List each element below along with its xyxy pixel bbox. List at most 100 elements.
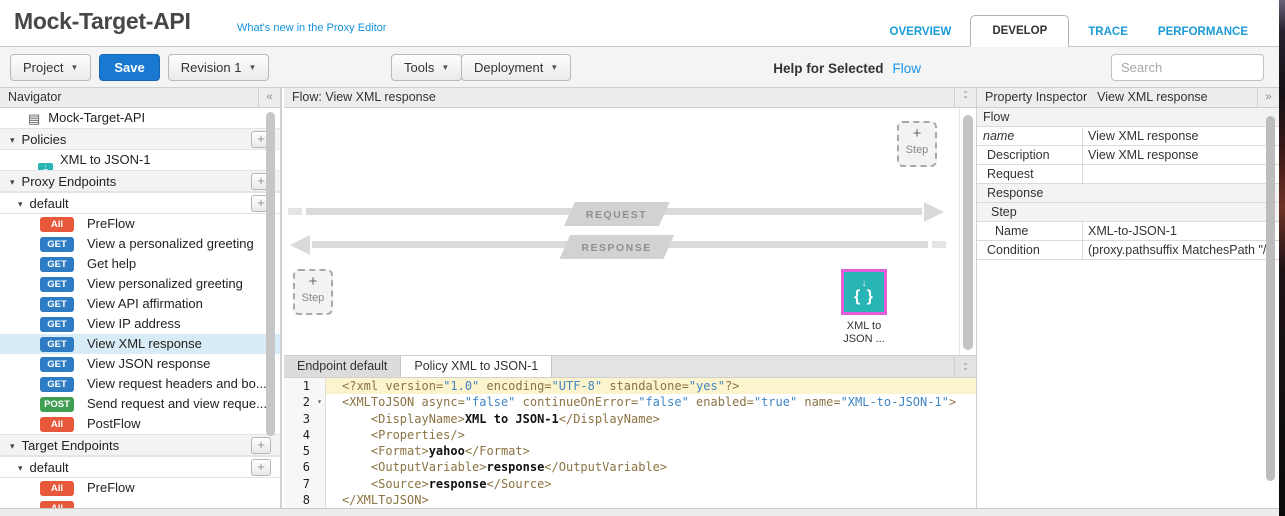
- code-line-2[interactable]: 2▾<XMLToJSON async="false" continueOnErr…: [284, 394, 976, 410]
- collapse-panel-icon[interactable]: «: [258, 88, 280, 107]
- save-button[interactable]: Save: [99, 54, 159, 81]
- nav-item-view-a-personalized-greeting[interactable]: GETView a personalized greeting: [0, 234, 280, 254]
- tab-overview[interactable]: OVERVIEW: [875, 17, 967, 47]
- tab-trace[interactable]: TRACE: [1073, 17, 1143, 47]
- inspector-property-label: Condition: [977, 241, 1082, 259]
- plus-icon: +: [295, 272, 331, 292]
- caret-down-icon[interactable]: ▾: [18, 458, 23, 479]
- nav-item-send-request-and-view-reque[interactable]: POSTSend request and view reque...: [0, 394, 280, 414]
- deployment-dropdown-label: Deployment: [474, 60, 543, 75]
- caret-down-icon[interactable]: ▾: [10, 130, 15, 151]
- canvas-scrollbar[interactable]: [963, 115, 973, 350]
- help-flow-link[interactable]: Flow: [892, 61, 921, 76]
- deployment-dropdown[interactable]: Deployment ▼: [461, 54, 571, 81]
- save-button-label: Save: [114, 60, 144, 75]
- collapse-editor-icon[interactable]: ⌄⌄: [954, 356, 976, 377]
- app-header: Mock-Target-API What's new in the Proxy …: [0, 0, 1279, 47]
- nav-item-view-xml-response[interactable]: GETView XML response: [0, 334, 280, 354]
- inspector-property-value[interactable]: View XML response: [1082, 127, 1279, 145]
- nav-item-view-json-response[interactable]: GETView JSON response: [0, 354, 280, 374]
- code-line-8[interactable]: 8</XMLToJSON>: [284, 492, 976, 508]
- add-step-button-response[interactable]: + Step: [293, 269, 333, 315]
- inspector-row-response: Response: [977, 184, 1279, 203]
- nav-item-proxy-endpoints[interactable]: ▾Proxy Endpoints+: [0, 170, 280, 192]
- whats-new-link[interactable]: What's new in the Proxy Editor: [237, 22, 386, 34]
- nav-item-view-ip-address[interactable]: GETView IP address: [0, 314, 280, 334]
- code-token: encoding=: [479, 379, 551, 393]
- navigator-scrollbar[interactable]: [266, 112, 275, 436]
- code-line-7[interactable]: 7 <Source>response</Source>: [284, 476, 976, 492]
- method-badge-get: GET: [40, 377, 74, 392]
- response-flow-arrow: RESPONSE: [288, 241, 946, 249]
- nav-item-preflow[interactable]: AllPreFlow: [0, 214, 280, 234]
- nav-section-label: default: [30, 460, 69, 475]
- inspector-scrollbar[interactable]: [1266, 116, 1275, 481]
- code-line-5[interactable]: 5 <Format>yahoo</Format>: [284, 443, 976, 459]
- revision-dropdown[interactable]: Revision 1 ▼: [168, 54, 270, 81]
- fold-caret-icon[interactable]: ▾: [317, 394, 322, 410]
- nav-item-target-endpoints[interactable]: ▾Target Endpoints+: [0, 434, 280, 456]
- tab-develop[interactable]: DEVELOP: [970, 15, 1069, 47]
- code-token: "false": [465, 395, 516, 409]
- code-line-4[interactable]: 4 <Properties/>: [284, 427, 976, 443]
- nav-item-view-request-headers-and-bo[interactable]: GET View request headers and bo...: [0, 374, 280, 394]
- navigator-header: Navigator «: [0, 88, 280, 108]
- nav-item-xml-to-json-1[interactable]: ↓{}XML to JSON-1: [0, 150, 280, 170]
- method-badge-get: GET: [40, 297, 74, 312]
- nav-item-preflow[interactable]: AllPreFlow: [0, 478, 280, 498]
- nav-item-partial[interactable]: All: [0, 498, 280, 508]
- nav-item-default[interactable]: ▾ default +: [0, 456, 280, 478]
- line-number: 6: [284, 459, 326, 475]
- header-tabs: OVERVIEWDEVELOPTRACEPERFORMANCE: [875, 15, 1263, 47]
- xml-to-json-policy-node[interactable]: ↓ { }: [841, 269, 887, 315]
- nav-item-view-api-affirmation[interactable]: GETView API affirmation: [0, 294, 280, 314]
- nav-item-get-help[interactable]: GETGet help: [0, 254, 280, 274]
- project-dropdown[interactable]: Project ▼: [10, 54, 91, 81]
- expand-panel-icon[interactable]: »: [1257, 88, 1279, 107]
- code-token: ?>: [725, 379, 739, 393]
- tools-dropdown[interactable]: Tools ▼: [391, 54, 462, 81]
- collapse-flow-icon[interactable]: ⌃⌃: [954, 88, 976, 107]
- editor-tabs: Endpoint defaultPolicy XML to JSON-1 ⌄⌄: [284, 356, 976, 378]
- code-editor: Endpoint defaultPolicy XML to JSON-1 ⌄⌄ 1…: [284, 355, 976, 508]
- nav-item-label: View request headers and bo...: [87, 376, 267, 391]
- inspector-row-condition: Condition(proxy.pathsuffix MatchesPath "…: [977, 241, 1279, 260]
- nav-item-default[interactable]: ▾default+: [0, 192, 280, 214]
- code-line-3[interactable]: 3 <DisplayName>XML to JSON-1</DisplayNam…: [284, 411, 976, 427]
- search-input[interactable]: [1111, 54, 1264, 81]
- code-token: <Format>: [342, 444, 429, 458]
- policy-label-line2: JSON ...: [843, 333, 885, 345]
- add-button[interactable]: +: [251, 459, 271, 476]
- request-flow-arrow: REQUEST: [288, 208, 946, 216]
- caret-down-icon[interactable]: ▾: [10, 172, 15, 193]
- code-line-1[interactable]: 1<?xml version="1.0" encoding="UTF-8" st…: [284, 378, 976, 394]
- inspector-property-label: name: [977, 127, 1082, 145]
- code-line-6[interactable]: 6 <OutputVariable>response</OutputVariab…: [284, 459, 976, 475]
- add-button[interactable]: +: [251, 437, 271, 454]
- add-step-button-request[interactable]: + Step: [897, 121, 937, 167]
- nav-item-mock-target-api[interactable]: ▤Mock-Target-API: [0, 108, 280, 128]
- tab-performance[interactable]: PERFORMANCE: [1143, 17, 1263, 47]
- nav-item-policies[interactable]: ▾Policies+: [0, 128, 280, 150]
- flow-canvas: REQUEST RESPONSE + Step + Step ↓: [284, 108, 976, 355]
- inspector-row-step: Step: [977, 203, 1279, 222]
- inspector-property-value[interactable]: XML-to-JSON-1: [1082, 222, 1279, 240]
- editor-tab-policy-xml-to-json-1[interactable]: Policy XML to JSON-1: [401, 356, 552, 377]
- inspector-property-value[interactable]: (proxy.pathsuffix MatchesPath "/x: [1082, 241, 1279, 259]
- nav-item-postflow[interactable]: AllPostFlow: [0, 414, 280, 434]
- nav-item-view-personalized-greeting[interactable]: GETView personalized greeting: [0, 274, 280, 294]
- inspector-property-value[interactable]: View XML response: [1082, 146, 1279, 164]
- response-label: RESPONSE: [581, 242, 651, 254]
- bottom-scroll-strip: [0, 508, 1279, 516]
- line-number: 5: [284, 443, 326, 459]
- editor-tab-endpoint-default[interactable]: Endpoint default: [284, 356, 401, 377]
- nav-item-label: View IP address: [87, 316, 180, 331]
- navigator-title: Navigator: [8, 90, 62, 104]
- caret-down-icon[interactable]: ▾: [18, 194, 23, 215]
- inspector-property-value[interactable]: [1082, 165, 1279, 183]
- toolbar-left-group: Project ▼ Save Revision 1 ▼: [10, 54, 269, 81]
- caret-down-icon[interactable]: ▾: [10, 436, 15, 457]
- code-token: "UTF-8": [552, 379, 603, 393]
- property-inspector-title: Property Inspector: [985, 90, 1087, 104]
- nav-section-label: Proxy Endpoints: [22, 174, 117, 189]
